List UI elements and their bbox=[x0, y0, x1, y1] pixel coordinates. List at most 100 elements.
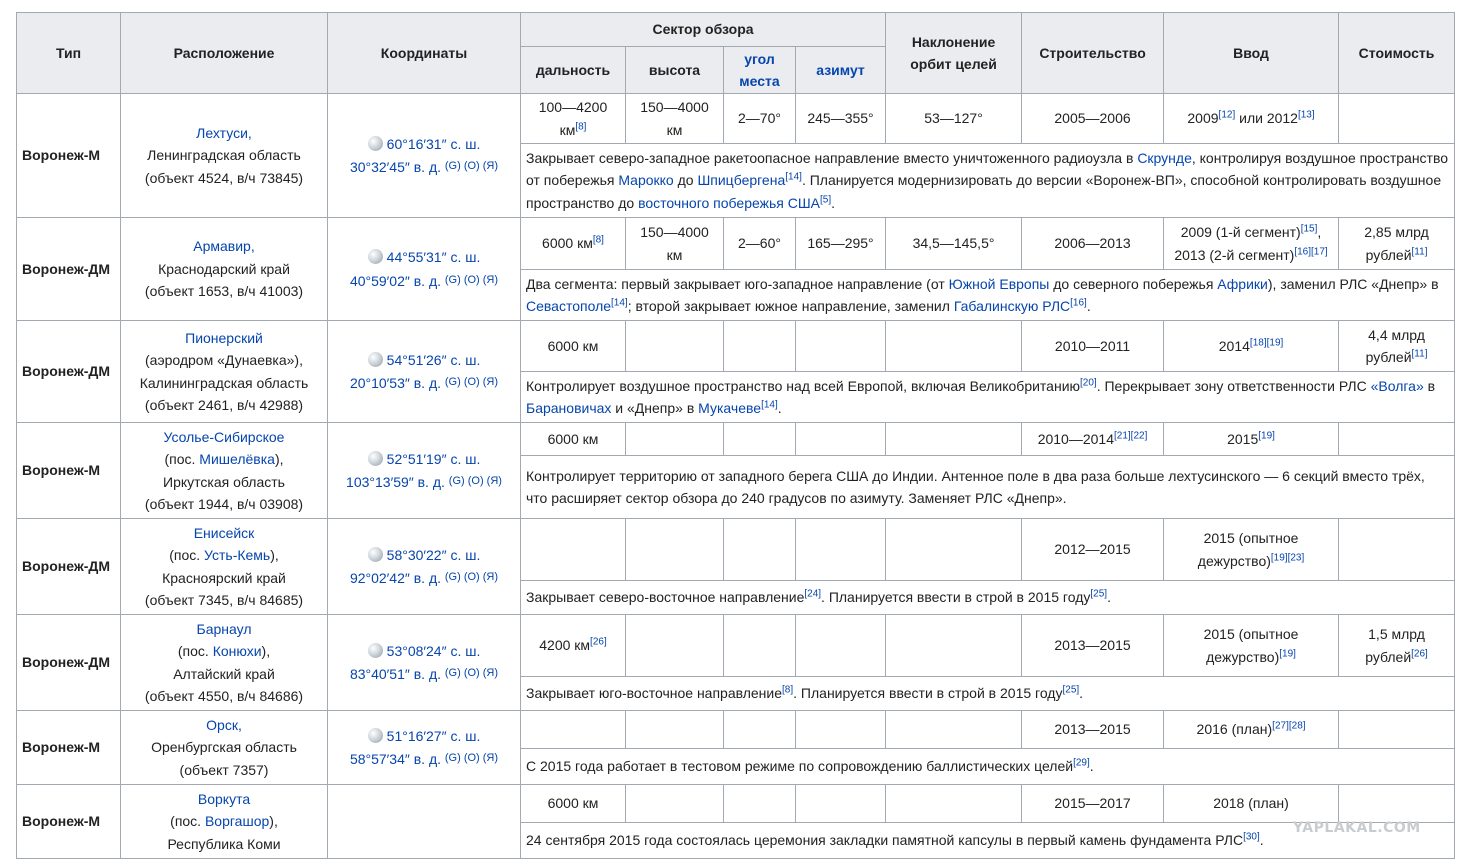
desc-link[interactable]: Скрунде bbox=[1137, 150, 1192, 166]
desc-link[interactable]: Барановичах bbox=[526, 400, 611, 416]
construction-cell: 2010—2014[21][22] bbox=[1021, 422, 1165, 456]
desc-link[interactable]: Южной Европы bbox=[949, 276, 1050, 292]
ref-link[interactable]: [8] bbox=[593, 235, 604, 246]
ref-link[interactable]: [29] bbox=[1073, 758, 1090, 769]
ref-link[interactable]: [14] bbox=[611, 297, 628, 308]
station-location: Воркута (пос. Воргашор), Республика Коми bbox=[120, 784, 328, 859]
map-links[interactable]: (G) (O) (Я) bbox=[445, 752, 498, 764]
angle-cell: 2—60° bbox=[723, 217, 796, 270]
header-azimuth-link[interactable]: азимут bbox=[794, 46, 887, 94]
location-link[interactable]: Енисейск bbox=[194, 525, 255, 541]
location-link[interactable]: Усть-Кемь bbox=[204, 547, 270, 563]
globe-icon[interactable] bbox=[367, 546, 383, 562]
station-location: Армавир, Краснодарский край (объект 1653… bbox=[120, 217, 328, 321]
location-line: (объект 1653, в/ч 41003) bbox=[144, 283, 304, 300]
ref-link[interactable]: [5] bbox=[820, 194, 831, 205]
station-type: Воронеж-М bbox=[16, 422, 121, 519]
header-height: высота bbox=[625, 46, 724, 94]
location-link[interactable]: Мишелёвка bbox=[199, 451, 275, 467]
location-link[interactable]: Барнаул bbox=[197, 621, 252, 637]
map-links[interactable]: (G) (O) (Я) bbox=[445, 667, 498, 679]
latitude-link[interactable]: 44°55′31″ с. ш. bbox=[387, 249, 481, 265]
ref-link[interactable]: [13] bbox=[1298, 110, 1315, 121]
ref-link[interactable]: [24] bbox=[804, 589, 821, 600]
ref-link[interactable]: [20] bbox=[1080, 377, 1097, 388]
longitude-link[interactable]: 30°32′45″ в. д. bbox=[350, 159, 441, 175]
desc-text: С 2015 года работает в тестовом режиме п… bbox=[526, 758, 1074, 775]
table-row: Воронеж-ДМ Пионерский (аэродром «Дунаевк… bbox=[16, 320, 1456, 423]
cost-value: 4,4 млрд bbox=[1368, 326, 1425, 343]
ref-link[interactable]: [25] bbox=[1062, 685, 1079, 696]
ref-link[interactable]: [19] bbox=[1279, 648, 1296, 659]
range-cell: 6000 км bbox=[520, 320, 626, 372]
ref-link[interactable]: [11] bbox=[1412, 348, 1428, 359]
latitude-link[interactable]: 60°16′31″ с. ш. bbox=[387, 136, 481, 152]
ref-link[interactable]: [11] bbox=[1412, 246, 1428, 257]
map-links[interactable]: (G) (O) (Я) bbox=[445, 376, 498, 388]
ref-link[interactable]: [15] bbox=[1301, 223, 1318, 234]
map-links[interactable]: (G) (O) (Я) bbox=[445, 160, 498, 172]
header-angle-link[interactable]: угол места bbox=[723, 46, 796, 94]
latitude-link[interactable]: 51°16′27″ с. ш. bbox=[387, 728, 481, 744]
ref-link[interactable]: [14] bbox=[761, 399, 778, 410]
ref-link[interactable]: [26] bbox=[1411, 648, 1428, 659]
desc-link[interactable]: Габалинскую РЛС bbox=[954, 298, 1070, 314]
map-links[interactable]: (G) (O) (Я) bbox=[445, 571, 498, 583]
desc-link[interactable]: «Волга» bbox=[1371, 378, 1424, 394]
ref-link[interactable]: [8] bbox=[782, 685, 793, 696]
location-link[interactable]: Воркута bbox=[198, 791, 250, 807]
globe-icon[interactable] bbox=[367, 642, 383, 658]
cost-cell bbox=[1338, 422, 1456, 456]
globe-icon[interactable] bbox=[367, 727, 383, 743]
location-link[interactable]: Усолье-Сибирское bbox=[164, 429, 285, 445]
globe-icon[interactable] bbox=[367, 351, 383, 367]
location-link[interactable]: Воргашор bbox=[205, 813, 269, 829]
desc-text: . bbox=[1079, 685, 1084, 702]
globe-icon[interactable] bbox=[367, 135, 383, 151]
longitude-link[interactable]: 58°57′34″ в. д. bbox=[350, 751, 441, 767]
table-row: Воронеж-М Воркута (пос. Воргашор), Респу… bbox=[16, 784, 1456, 859]
desc-link[interactable]: восточного побережья США bbox=[638, 195, 820, 211]
station-coordinates bbox=[327, 784, 521, 859]
desc-text: . Перекрывает зону ответственности РЛС bbox=[1096, 377, 1371, 394]
location-link[interactable]: Конюхи bbox=[213, 643, 262, 659]
ref-link[interactable]: [12] bbox=[1219, 110, 1236, 121]
map-links[interactable]: (G) (O) (Я) bbox=[445, 274, 498, 286]
location-link[interactable]: Пионерский bbox=[185, 330, 263, 346]
ref-link[interactable]: [19] bbox=[1258, 430, 1275, 441]
latitude-link[interactable]: 53°08′24″ с. ш. bbox=[387, 643, 481, 659]
range-cell: 6000 км bbox=[520, 784, 626, 823]
ref-link[interactable]: [21][22] bbox=[1114, 430, 1147, 441]
ref-link[interactable]: [16] bbox=[1070, 297, 1087, 308]
ref-link[interactable]: [27][28] bbox=[1272, 721, 1305, 732]
longitude-link[interactable]: 40°59′02″ в. д. bbox=[350, 273, 441, 289]
longitude-link[interactable]: 103°13′59″ в. д. bbox=[346, 474, 445, 490]
desc-link[interactable]: Шпицбергена bbox=[697, 172, 785, 188]
longitude-link[interactable]: 92°02′42″ в. д. bbox=[350, 570, 441, 586]
longitude-link[interactable]: 83°40′51″ в. д. bbox=[350, 666, 441, 682]
ref-link[interactable]: [18][19] bbox=[1250, 337, 1283, 348]
desc-link[interactable]: Марокко bbox=[618, 172, 673, 188]
location-link[interactable]: Армавир, bbox=[193, 238, 254, 254]
longitude-link[interactable]: 20°10′53″ в. д. bbox=[350, 375, 441, 391]
desc-link[interactable]: Мукачеве bbox=[698, 400, 761, 416]
ref-link[interactable]: [14] bbox=[785, 172, 802, 183]
location-link[interactable]: Орск, bbox=[206, 717, 242, 733]
ref-link[interactable]: [25] bbox=[1090, 589, 1107, 600]
latitude-link[interactable]: 54°51′26″ с. ш. bbox=[387, 352, 481, 368]
ref-link[interactable]: [30] bbox=[1243, 832, 1260, 843]
ref-link[interactable]: [8] bbox=[575, 121, 586, 132]
location-link[interactable]: Лехтуси, bbox=[196, 125, 252, 141]
globe-icon[interactable] bbox=[367, 450, 383, 466]
map-links[interactable]: (G) (O) (Я) bbox=[449, 475, 502, 487]
latitude-link[interactable]: 58°30′22″ с. ш. bbox=[387, 547, 481, 563]
height-cell bbox=[625, 710, 724, 749]
ref-link[interactable]: [19][23] bbox=[1271, 552, 1304, 563]
desc-link[interactable]: Африки bbox=[1217, 276, 1268, 292]
globe-icon[interactable] bbox=[367, 249, 383, 264]
ref-link[interactable]: [26] bbox=[590, 637, 607, 648]
latitude-link[interactable]: 52°51′19″ с. ш. bbox=[387, 451, 481, 467]
header-sector: Сектор обзора bbox=[519, 12, 887, 47]
ref-link[interactable]: [16][17] bbox=[1294, 246, 1327, 257]
desc-link[interactable]: Севастополе bbox=[526, 298, 611, 314]
